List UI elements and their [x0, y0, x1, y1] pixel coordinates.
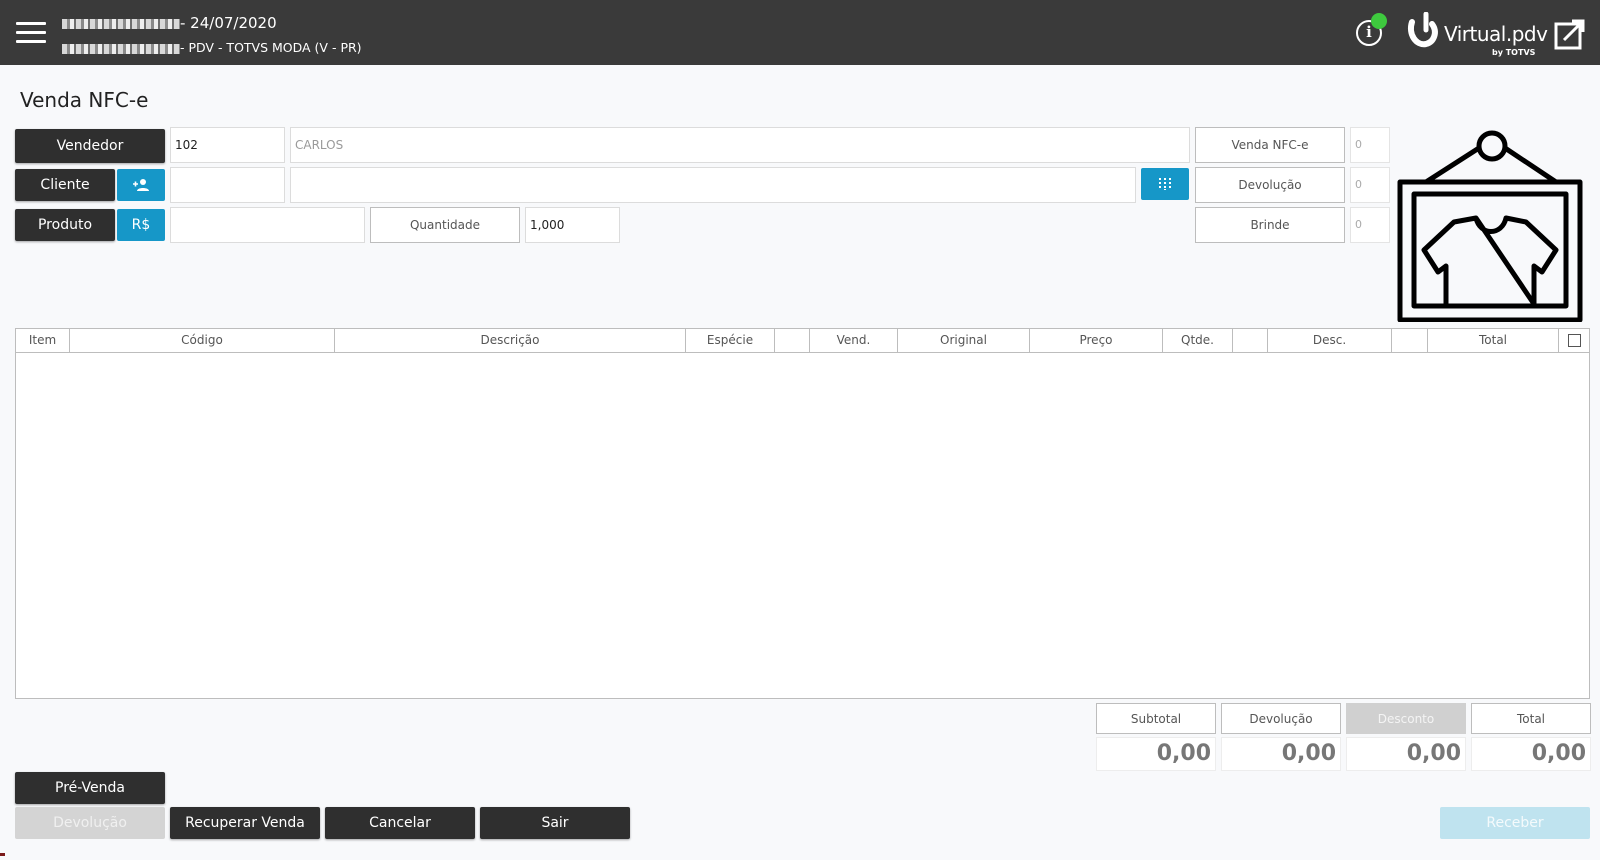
vendedor-button[interactable]: Vendedor	[15, 129, 165, 163]
counter-devolucao-label: Devolução	[1195, 167, 1345, 203]
quantidade-field[interactable]: 1,000	[525, 207, 620, 243]
cancelar-button[interactable]: Cancelar	[325, 807, 475, 839]
items-table: Item Código Descrição Espécie Vend. Orig…	[15, 328, 1590, 699]
column-blank-3[interactable]	[1392, 329, 1428, 352]
cliente-name-field[interactable]	[290, 167, 1136, 203]
quantidade-label: Quantidade	[370, 207, 520, 243]
total-devolucao-label: Devolução	[1221, 703, 1341, 734]
logo-text: Virtual.pdv	[1444, 22, 1548, 46]
produto-code-field[interactable]	[170, 207, 365, 243]
vendedor-code-field[interactable]: 102	[170, 127, 285, 163]
keypad-button[interactable]	[1141, 168, 1189, 200]
online-status-dot	[1371, 13, 1387, 29]
keypad-icon	[1159, 178, 1171, 190]
select-all-checkbox[interactable]	[1568, 334, 1581, 347]
pre-venda-button[interactable]: Pré-Venda	[15, 772, 165, 804]
column-blank-1[interactable]	[775, 329, 810, 352]
counter-venda-nfce-label: Venda NFC-e	[1195, 127, 1345, 163]
total-subtotal-value: 0,00	[1096, 737, 1216, 771]
header-store-date: - 24/07/2020	[62, 14, 277, 32]
produto-button[interactable]: Produto	[15, 209, 115, 241]
counter-brinde-label: Brinde	[1195, 207, 1345, 243]
counter-venda-nfce-value: 0	[1350, 127, 1390, 163]
counter-devolucao-value: 0	[1350, 167, 1390, 203]
cliente-code-field[interactable]	[170, 167, 285, 203]
info-button[interactable]: i	[1356, 13, 1387, 48]
total-total-value: 0,00	[1471, 737, 1591, 771]
table-header: Item Código Descrição Espécie Vend. Orig…	[16, 329, 1589, 353]
page-title: Venda NFC-e	[20, 88, 149, 112]
redacted-text	[62, 43, 180, 54]
vendedor-name-field: CARLOS	[290, 127, 1190, 163]
column-especie[interactable]: Espécie	[686, 329, 775, 352]
column-vend[interactable]: Vend.	[810, 329, 898, 352]
recuperar-venda-button[interactable]: Recuperar Venda	[170, 807, 320, 839]
add-person-icon	[133, 179, 149, 191]
redacted-text	[62, 18, 180, 29]
total-total-label: Total	[1471, 703, 1591, 734]
column-original[interactable]: Original	[898, 329, 1030, 352]
sair-button[interactable]: Sair	[480, 807, 630, 839]
add-client-button[interactable]	[117, 169, 165, 201]
logo-mark-icon	[1408, 12, 1438, 48]
logo-subtext: by TOTVS	[1492, 48, 1536, 57]
virtual-pdv-logo: Virtual.pdv by TOTVS	[1406, 6, 1548, 60]
header-date: - 24/07/2020	[180, 14, 277, 32]
devolucao-button[interactable]: Devolução	[15, 807, 165, 839]
price-button[interactable]: R$	[117, 209, 165, 241]
corner-marker	[0, 853, 5, 856]
column-descricao[interactable]: Descrição	[335, 329, 686, 352]
column-blank-2[interactable]	[1233, 329, 1268, 352]
column-desc[interactable]: Desc.	[1268, 329, 1392, 352]
counter-brinde-value: 0	[1350, 207, 1390, 243]
column-total[interactable]: Total	[1428, 329, 1559, 352]
hamburger-menu-icon[interactable]	[16, 22, 46, 44]
shirt-frame-icon	[1397, 130, 1583, 322]
total-desconto-value: 0,00	[1346, 737, 1466, 771]
header-store-info: - PDV - TOTVS MODA (V - PR)	[62, 40, 362, 55]
total-subtotal-label: Subtotal	[1096, 703, 1216, 734]
header-pdv: - PDV - TOTVS MODA (V - PR)	[180, 40, 362, 55]
column-item[interactable]: Item	[16, 329, 70, 352]
column-preco[interactable]: Preço	[1030, 329, 1163, 352]
expand-window-icon[interactable]	[1554, 18, 1586, 50]
total-devolucao-value: 0,00	[1221, 737, 1341, 771]
receber-button[interactable]: Receber	[1440, 807, 1590, 839]
total-desconto-label: Desconto	[1346, 703, 1466, 734]
cliente-button[interactable]: Cliente	[15, 169, 115, 201]
column-qtde[interactable]: Qtde.	[1163, 329, 1233, 352]
column-codigo[interactable]: Código	[70, 329, 335, 352]
